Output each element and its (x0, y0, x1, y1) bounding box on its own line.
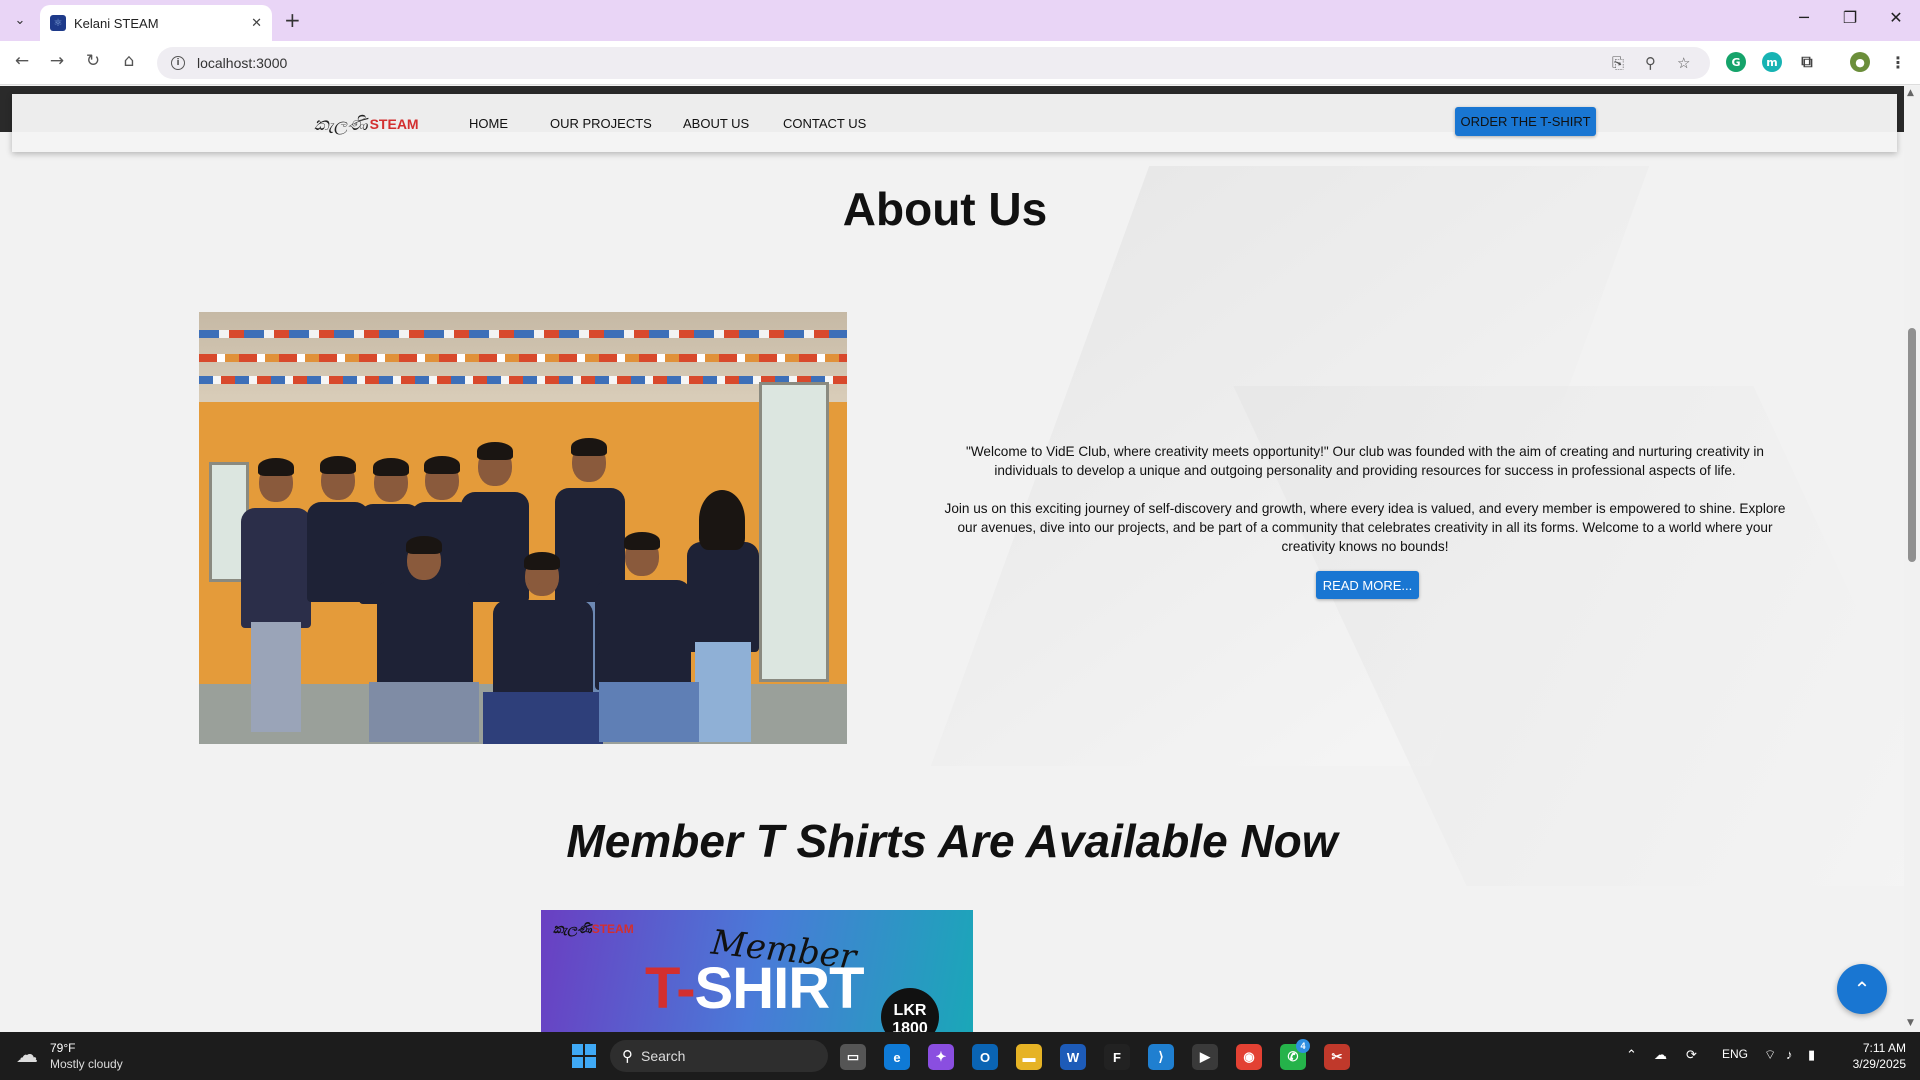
address-bar[interactable]: i localhost:3000 ⎘ ⚲ ☆ (157, 47, 1710, 79)
banner-tshirt-text: T-SHIRT (645, 955, 865, 1022)
tray-overflow-icon[interactable]: ⌃ (1626, 1047, 1637, 1063)
back-icon[interactable]: ← (10, 51, 34, 71)
wifi-icon[interactable]: ⌔ (1764, 1047, 1776, 1063)
logo-text: STEAM (369, 116, 419, 132)
page-viewport: කැලණි STEAM HOME OUR PROJECTS ABOUT US C… (0, 86, 1904, 1032)
onedrive-icon[interactable]: ☁ (1654, 1047, 1667, 1063)
grammarly-extension-icon[interactable]: G (1726, 52, 1746, 72)
language-indicator[interactable]: ENG (1722, 1047, 1748, 1061)
photo-banner (199, 330, 847, 338)
word-icon[interactable]: W (1060, 1044, 1086, 1070)
sync-icon[interactable]: ⟳ (1686, 1047, 1697, 1063)
reload-icon[interactable]: ↻ (81, 51, 105, 71)
tab-search-dropdown-icon[interactable]: ⌄ (6, 8, 34, 32)
site-logo[interactable]: කැලණි STEAM (314, 106, 419, 142)
clock-date[interactable]: 3/29/2025 (1830, 1057, 1906, 1071)
bookmark-star-icon[interactable]: ☆ (1677, 54, 1690, 72)
weather-cloud-icon[interactable]: ☁ (16, 1043, 38, 1068)
scroll-thumb[interactable] (1908, 328, 1916, 562)
outlook-icon[interactable]: O (972, 1044, 998, 1070)
banner-logo: කැලණිSTEAM (553, 922, 634, 937)
browser-menu-icon[interactable]: ⋮ (1888, 52, 1908, 72)
new-tab-button[interactable]: + (284, 8, 301, 32)
tab-close-icon[interactable]: ✕ (251, 16, 262, 31)
tshirt-banner-image: කැලණිSTEAM Member T-SHIRT LKR 1800 (541, 910, 973, 1032)
about-heading: About Us (842, 183, 1048, 235)
home-icon[interactable]: ⌂ (117, 51, 141, 71)
scroll-up-arrow-icon[interactable]: ▲ (1907, 88, 1914, 98)
url-text[interactable]: localhost:3000 (197, 55, 287, 71)
file-explorer-icon[interactable]: ▬ (1016, 1044, 1042, 1070)
nav-contact-us[interactable]: CONTACT US (783, 116, 866, 131)
taskbar-search[interactable]: ⚲ Search (610, 1040, 828, 1072)
extension-m-icon[interactable]: m (1762, 52, 1782, 72)
search-icon: ⚲ (622, 1047, 633, 1065)
about-paragraph-2: Join us on this exciting journey of self… (944, 501, 1786, 554)
about-description: "Welcome to VidE Club, where creativity … (940, 442, 1790, 575)
browser-tab-active[interactable]: ⚛ Kelani STEAM ✕ (40, 5, 272, 41)
media-player-icon[interactable]: ▶ (1192, 1044, 1218, 1070)
banner-t-letter: T- (645, 956, 696, 1021)
browser-tab-bar: ⌄ ⚛ Kelani STEAM ✕ + ─ ❐ ✕ (0, 0, 1920, 41)
weather-description[interactable]: Mostly cloudy (50, 1057, 123, 1071)
scroll-to-top-button[interactable]: ⌃ (1837, 964, 1887, 1014)
forward-icon[interactable]: → (45, 51, 69, 71)
tab-title: Kelani STEAM (74, 15, 159, 31)
snipping-tool-icon[interactable]: ✂ (1324, 1044, 1350, 1070)
figma-icon[interactable]: F (1104, 1044, 1130, 1070)
edge-icon[interactable]: e (884, 1044, 910, 1070)
volume-icon[interactable]: ♪ (1786, 1047, 1793, 1062)
minimize-icon[interactable]: ─ (1789, 8, 1819, 27)
photo-window (759, 382, 829, 682)
logo-script: කැලණි (314, 113, 368, 135)
weather-temperature[interactable]: 79°F (50, 1041, 75, 1055)
read-more-button[interactable]: READ MORE... (1316, 571, 1419, 599)
banner-shirt-word: SHIRT (694, 956, 865, 1021)
task-view-icon[interactable]: ▭ (840, 1044, 866, 1070)
scroll-down-arrow-icon[interactable]: ▼ (1907, 1018, 1914, 1028)
banner-logo-text: STEAM (591, 922, 634, 936)
photo-banner (199, 354, 847, 362)
about-paragraph-1: "Welcome to VidE Club, where creativity … (966, 444, 1764, 478)
banner-price-badge: LKR 1800 (881, 988, 939, 1032)
banner-logo-script: කැලණි (553, 922, 592, 937)
tshirt-heading: Member T Shirts Are Available Now (566, 815, 1338, 867)
chrome-icon[interactable]: ◉ (1236, 1044, 1262, 1070)
profile-avatar[interactable]: ● (1850, 52, 1870, 72)
windows-start-icon[interactable] (572, 1044, 596, 1068)
order-tshirt-button[interactable]: ORDER THE T-SHIRT (1455, 107, 1596, 136)
photo-banner (199, 376, 847, 384)
whatsapp-badge: 4 (1296, 1039, 1310, 1053)
team-photo (199, 312, 847, 744)
zoom-icon[interactable]: ⚲ (1645, 54, 1656, 72)
search-label: Search (641, 1048, 686, 1064)
browser-toolbar: ← → ↻ ⌂ i localhost:3000 ⎘ ⚲ ☆ G m ⧉ ● ⋮ (0, 41, 1920, 85)
clock-time[interactable]: 7:11 AM (1846, 1041, 1906, 1055)
page-scrollbar[interactable]: ▲ ▼ (1904, 86, 1920, 1032)
site-info-icon[interactable]: i (171, 56, 185, 70)
windows-taskbar: ☁ 79°F Mostly cloudy ⚲ Search ▭ e ✦ O ▬ … (0, 1032, 1920, 1080)
nav-home[interactable]: HOME (469, 116, 508, 131)
react-favicon-icon: ⚛ (50, 15, 66, 31)
vscode-icon[interactable]: ⟩ (1148, 1044, 1174, 1070)
copilot-icon[interactable]: ✦ (928, 1044, 954, 1070)
nav-about-us[interactable]: ABOUT US (683, 116, 749, 131)
window-close-icon[interactable]: ✕ (1881, 8, 1911, 27)
site-navbar: කැලණි STEAM HOME OUR PROJECTS ABOUT US C… (12, 94, 1897, 152)
extensions-puzzle-icon[interactable]: ⧉ (1797, 52, 1817, 72)
install-app-icon[interactable]: ⎘ (1612, 54, 1624, 72)
nav-our-projects[interactable]: OUR PROJECTS (550, 116, 652, 131)
restore-icon[interactable]: ❐ (1835, 8, 1865, 27)
battery-icon[interactable]: ▮ (1808, 1047, 1815, 1063)
